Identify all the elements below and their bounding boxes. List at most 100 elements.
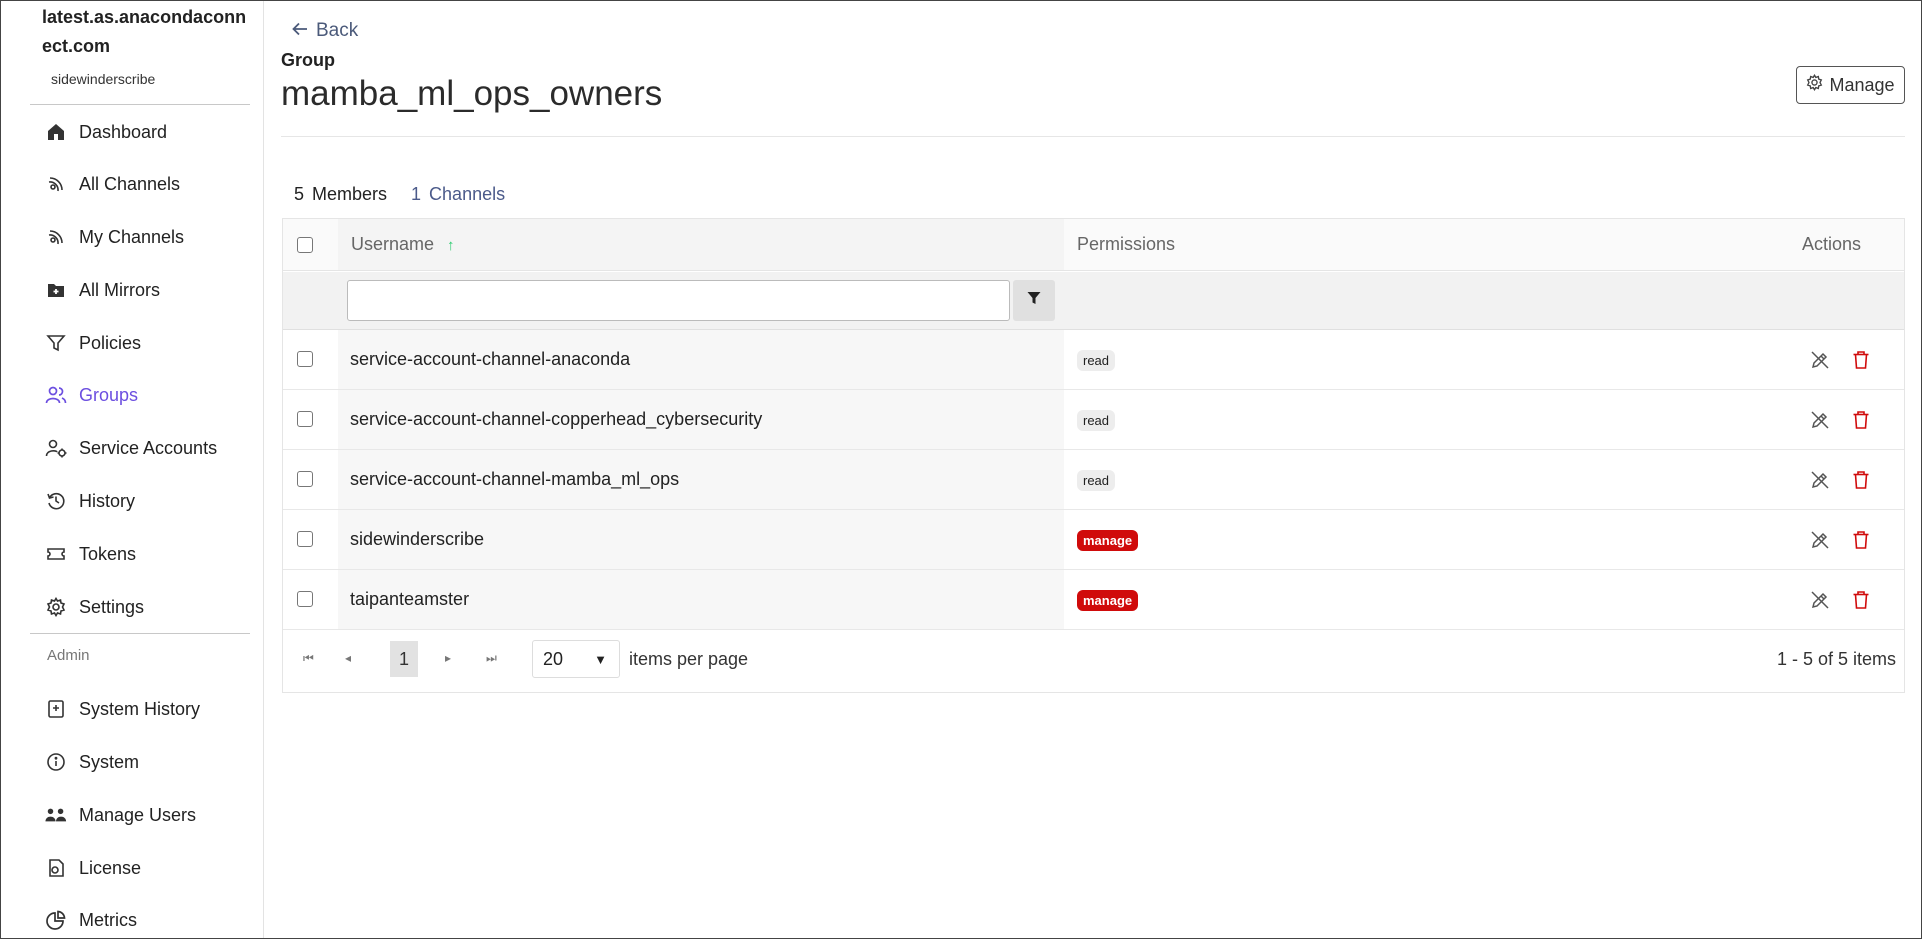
sidebar-item-system[interactable]: System — [45, 744, 139, 780]
username-cell: sidewinderscribe — [350, 529, 485, 549]
last-page-icon[interactable]: ⏭ — [486, 651, 497, 666]
sidebar-item-label: Groups — [79, 384, 139, 405]
sidebar-item-history[interactable]: History — [45, 483, 135, 519]
sidebar-item-label: My Channels — [79, 226, 185, 247]
sidebar-item-service-accounts[interactable]: Service Accounts — [45, 430, 217, 466]
sidebar-item-label: Policies — [79, 332, 142, 353]
table-row: service-account-channel-copperhead_cyber… — [283, 390, 1904, 450]
back-link[interactable]: Back — [292, 20, 358, 42]
sidebar-item-label: All Mirrors — [79, 279, 160, 300]
table-row: service-account-channel-anaconda read — [283, 330, 1904, 390]
items-per-page-label: items per page — [629, 649, 749, 669]
row-checkbox[interactable] — [297, 591, 313, 607]
edit-button[interactable] — [1808, 528, 1832, 552]
pagination-bar: ⏮ ◂ 1 ▸ ⏭ 20 ▼ items per page 1 - 5 of 5… — [283, 629, 1904, 689]
admin-section-label: Admin — [47, 647, 90, 664]
sidebar-item-label: Dashboard — [79, 121, 168, 142]
sidebar-item-system-history[interactable]: System History — [45, 691, 200, 727]
table-header: Username ↑ Permissions Actions — [283, 219, 1904, 271]
page-size-select[interactable]: 20 ▼ — [532, 640, 620, 678]
sidebar-item-manage-users[interactable]: Manage Users — [45, 797, 196, 833]
pagination-info: 1 - 5 of 5 items — [1776, 649, 1896, 669]
gear-icon — [45, 596, 67, 618]
sidebar-item-metrics[interactable]: Metrics — [45, 902, 137, 938]
tab-label: Members — [312, 184, 388, 204]
sort-ascending-icon: ↑ — [447, 237, 455, 254]
tab-count: 5 — [294, 184, 305, 204]
delete-button[interactable] — [1849, 348, 1873, 372]
tab-members[interactable]: 5 Members — [282, 176, 400, 218]
actions-column-header: Actions — [1802, 234, 1862, 254]
edit-button[interactable] — [1808, 408, 1832, 432]
permissions-column-header[interactable]: Permissions — [1077, 234, 1175, 255]
previous-page-icon[interactable]: ◂ — [345, 651, 351, 665]
column-label: Username — [351, 234, 435, 254]
delete-button[interactable] — [1849, 528, 1873, 552]
sidebar-item-policies[interactable]: Policies — [45, 325, 141, 361]
table-row: taipanteamster manage — [283, 570, 1904, 630]
manage-button[interactable]: Manage — [1796, 66, 1905, 104]
sidebar-item-dashboard[interactable]: Dashboard — [45, 114, 167, 150]
sidebar-item-all-mirrors[interactable]: All Mirrors — [45, 272, 160, 308]
channel-icon — [45, 226, 67, 248]
first-page-icon[interactable]: ⏮ — [303, 651, 314, 666]
users-icon — [45, 384, 67, 406]
edit-button[interactable] — [1808, 468, 1832, 492]
tab-bar: 5 Members 1 Channels — [282, 176, 517, 218]
filter-button[interactable] — [1013, 280, 1055, 321]
row-checkbox[interactable] — [297, 411, 313, 427]
username-column-header[interactable]: Username ↑ — [351, 234, 455, 255]
header-divider — [281, 136, 1905, 137]
sidebar-item-label: System — [79, 751, 140, 772]
filter-icon — [1027, 291, 1041, 310]
breadcrumb: Group — [281, 50, 335, 70]
delete-button[interactable] — [1849, 408, 1873, 432]
trash-icon — [1853, 591, 1869, 609]
sidebar-item-tokens[interactable]: Tokens — [45, 536, 136, 572]
page-number-button[interactable]: 1 — [390, 641, 418, 677]
select-all-checkbox[interactable] — [297, 237, 313, 253]
permission-badge: manage — [1077, 530, 1139, 551]
arrow-left-icon — [292, 20, 308, 42]
trash-icon — [1853, 531, 1869, 549]
channel-icon — [45, 173, 67, 195]
row-checkbox[interactable] — [297, 471, 313, 487]
edit-button[interactable] — [1808, 588, 1832, 612]
current-username: sidewinderscribe — [51, 71, 156, 87]
permission-badge: read — [1077, 350, 1116, 371]
service-account-icon — [45, 437, 67, 459]
delete-button[interactable] — [1849, 588, 1873, 612]
username-cell: service-account-channel-anaconda — [350, 349, 631, 369]
mirror-icon — [45, 279, 67, 301]
delete-button[interactable] — [1849, 468, 1873, 492]
table-row: service-account-channel-mamba_ml_ops read — [283, 450, 1904, 510]
trash-icon — [1853, 411, 1869, 429]
username-filter-input[interactable] — [347, 280, 1010, 321]
row-checkbox[interactable] — [297, 351, 313, 367]
next-page-icon[interactable]: ▸ — [445, 651, 451, 665]
caret-down-icon: ▼ — [594, 651, 607, 667]
sidebar-item-all-channels[interactable]: All Channels — [45, 166, 180, 202]
sidebar-item-groups[interactable]: Groups — [45, 377, 138, 413]
filter-row — [283, 272, 1904, 330]
permission-badge: read — [1077, 410, 1116, 431]
tab-channels[interactable]: 1 Channels — [399, 176, 517, 218]
table-row: sidewinderscribe manage — [283, 510, 1904, 570]
permission-badge: manage — [1077, 590, 1139, 611]
sidebar-item-license[interactable]: License — [45, 850, 141, 886]
host-name: latest.as.anacondaconnect.com — [42, 7, 247, 56]
edit-pencil-icon — [1811, 351, 1829, 369]
row-checkbox[interactable] — [297, 531, 313, 547]
tab-count: 1 — [411, 184, 422, 204]
trash-icon — [1853, 471, 1869, 489]
edit-pencil-icon — [1811, 591, 1829, 609]
gear-icon — [1806, 73, 1823, 96]
edit-button[interactable] — [1808, 348, 1832, 372]
sidebar-item-settings[interactable]: Settings — [45, 589, 144, 625]
pie-chart-icon — [45, 909, 67, 931]
sidebar-item-label: Service Accounts — [79, 437, 218, 458]
sidebar-item-my-channels[interactable]: My Channels — [45, 219, 184, 255]
username-cell: service-account-channel-mamba_ml_ops — [350, 469, 680, 489]
sidebar-item-label: History — [79, 490, 136, 511]
page-title: mamba_ml_ops_owners — [281, 74, 663, 113]
